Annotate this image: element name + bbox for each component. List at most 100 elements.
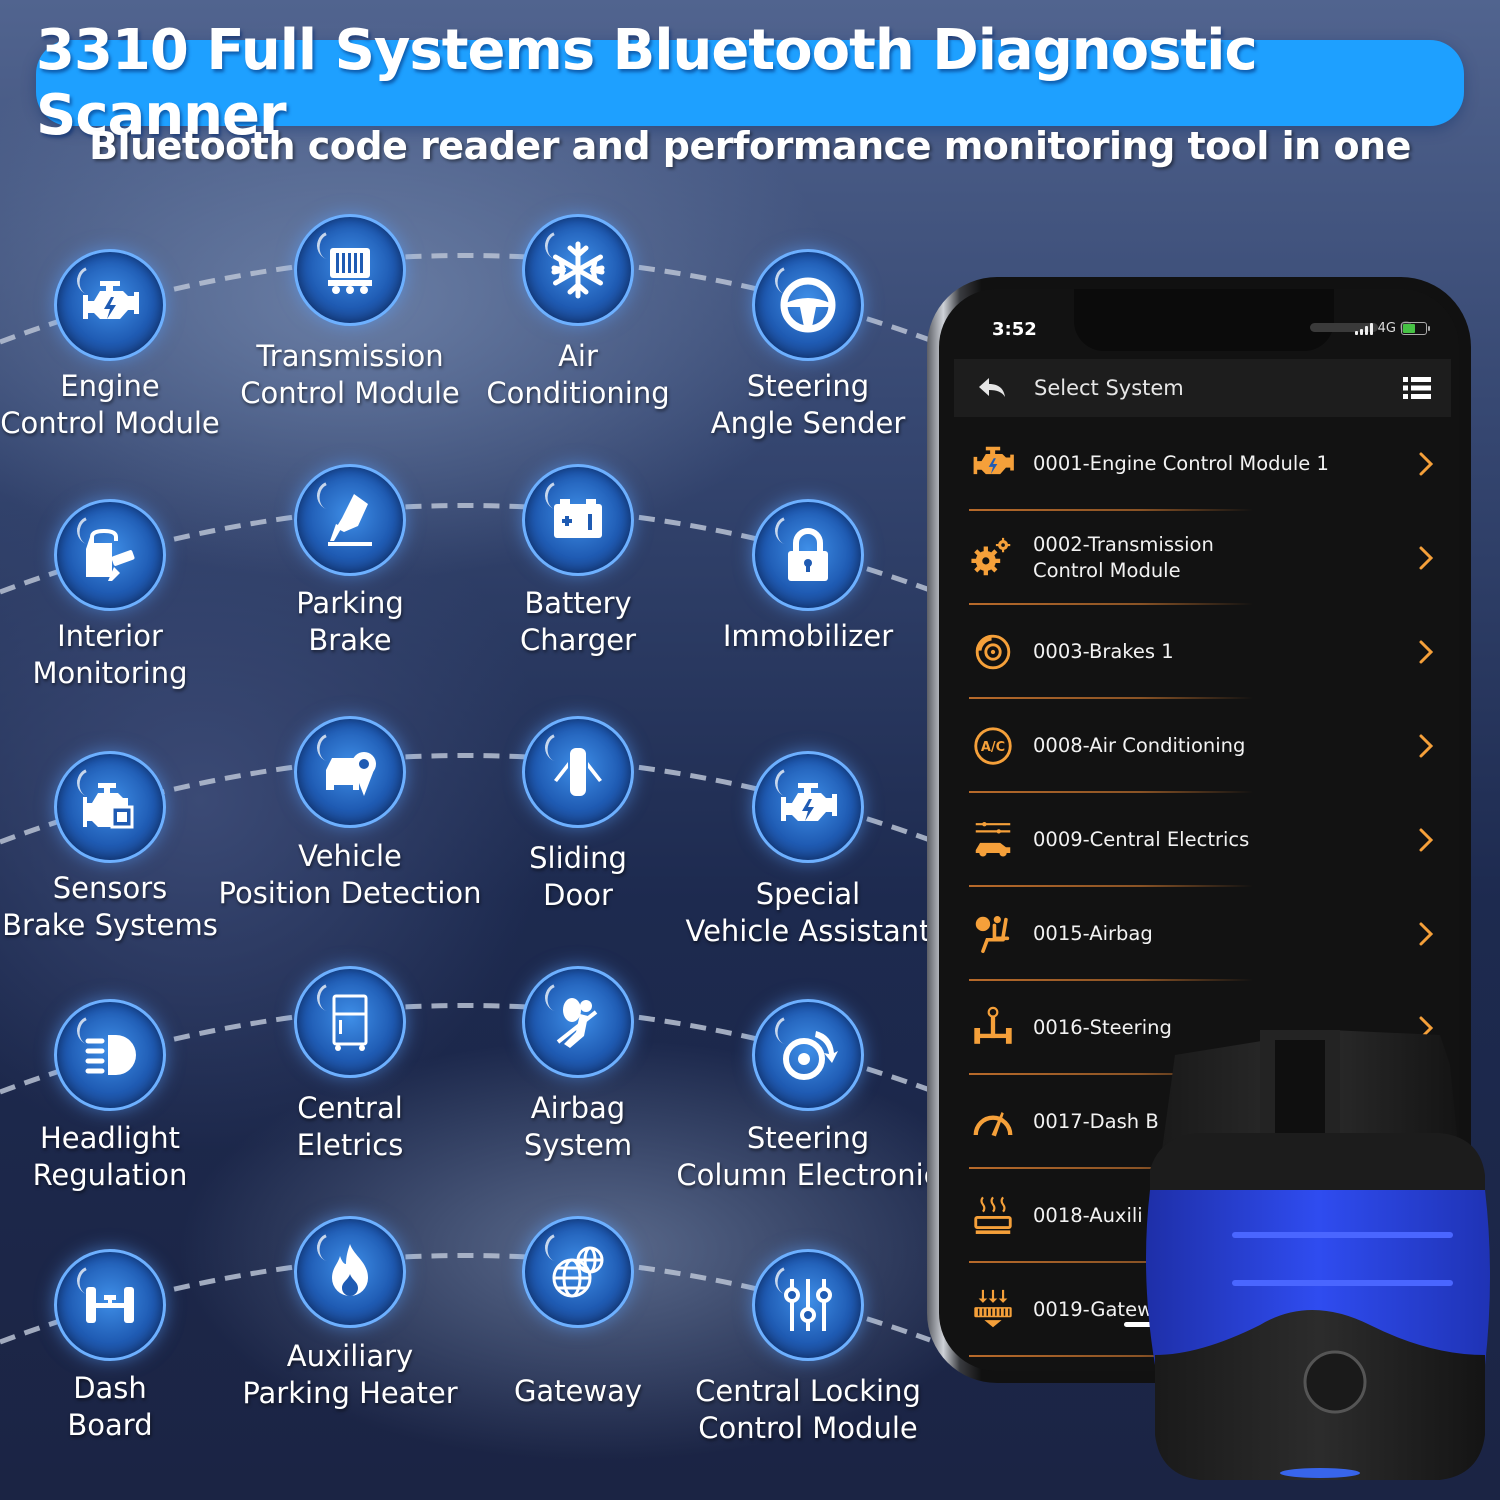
airbag-seat-icon — [969, 910, 1017, 958]
feature-label: Auxiliary Parking Heater — [242, 1339, 458, 1410]
feature-bubble — [294, 464, 406, 576]
app-navbar: Select System — [954, 359, 1451, 417]
feature-label: Engine Control Module — [0, 369, 220, 440]
car-location-icon — [326, 752, 376, 796]
system-name: 0008-Air Conditioning — [1033, 734, 1246, 757]
car-doors-icon — [554, 748, 602, 796]
axle-icon — [86, 1287, 134, 1323]
battery-icon — [554, 499, 602, 538]
heater-icon — [969, 1192, 1017, 1240]
feature-bubble — [54, 499, 166, 611]
brake-pedal-icon — [328, 494, 372, 546]
feature-bubble — [752, 751, 864, 863]
cabinet-icon — [332, 994, 368, 1051]
system-list-item[interactable]: 0001-Engine Control Module 1 — [969, 417, 1441, 511]
chevron-right-icon — [1419, 828, 1434, 852]
gauge-icon — [969, 1098, 1017, 1146]
feature-label: Transmission Control Module — [240, 339, 460, 410]
feature-label: Air Conditioning — [486, 339, 670, 410]
feature-bubble — [752, 499, 864, 611]
feature-bubble — [294, 1216, 406, 1328]
flame-icon — [332, 1244, 368, 1296]
feature-label: Sensors Brake Systems — [2, 871, 218, 942]
engine-icon — [969, 440, 1017, 488]
system-list-item[interactable]: A/C 0008-Air Conditioning — [969, 699, 1441, 793]
brake-disc-icon — [969, 628, 1017, 676]
system-name: 0001-Engine Control Module 1 — [1033, 452, 1329, 475]
system-name: 0003-Brakes 1 — [1033, 640, 1174, 663]
feature-label: Vehicle Position Detection — [218, 839, 482, 910]
feature-bubble — [54, 249, 166, 361]
feature-bubble — [752, 1249, 864, 1361]
gateway-icon — [969, 1286, 1017, 1334]
feature-bubble — [522, 214, 634, 326]
system-list-item[interactable]: 0015-Airbag — [969, 887, 1441, 981]
system-list-item[interactable]: 0002-Transmission Control Module — [969, 511, 1441, 605]
engine-chip-icon — [83, 783, 134, 829]
feature-label: Airbag System — [523, 1091, 633, 1162]
snowflake-icon — [551, 241, 605, 299]
system-name: 0009-Central Electrics — [1033, 828, 1250, 851]
feature-label: Battery Charger — [520, 586, 636, 657]
feature-label: Sliding Door — [529, 841, 627, 912]
feature-label: Headlight Regulation — [32, 1121, 188, 1192]
feature-bubble — [294, 966, 406, 1078]
list-menu-icon[interactable] — [1403, 377, 1431, 399]
gears-icon — [969, 534, 1017, 582]
padlock-icon — [788, 528, 828, 581]
transmission-icon — [328, 248, 372, 294]
battery-charging-icon — [1401, 322, 1430, 335]
system-list-item[interactable]: 0003-Brakes 1 — [969, 605, 1441, 699]
chevron-right-icon — [1419, 734, 1434, 758]
steering-axle-icon — [969, 1004, 1017, 1052]
feature-bubble — [522, 464, 634, 576]
back-button[interactable] — [972, 368, 1012, 408]
sliders-icon — [784, 1279, 832, 1331]
feature-bubble — [294, 214, 406, 326]
feature-bubble — [752, 999, 864, 1111]
chevron-right-icon — [1419, 452, 1434, 476]
chevron-right-icon — [1419, 640, 1434, 664]
status-time: 3:52 — [992, 319, 1037, 340]
car-sliders-icon — [969, 816, 1017, 864]
system-name: 0015-Airbag — [1033, 922, 1153, 945]
status-icons: 4G — [1354, 321, 1430, 336]
obd-scanner-device — [1146, 1030, 1490, 1480]
feature-label: Steering Angle Sender — [710, 369, 906, 440]
steering-wheel-icon — [780, 277, 836, 333]
system-list-item[interactable]: 0009-Central Electrics — [969, 793, 1441, 887]
feature-label: Dash Board — [67, 1371, 153, 1442]
feature-bubble — [522, 1216, 634, 1328]
feature-label: Gateway — [513, 1374, 643, 1408]
feature-bubble — [522, 716, 634, 828]
feature-bubble — [752, 249, 864, 361]
power-button — [1303, 1350, 1367, 1414]
engine-icon — [83, 281, 139, 319]
feature-label: Immobilizer — [722, 619, 894, 653]
feature-label: Parking Brake — [296, 586, 404, 657]
svg-text:A/C: A/C — [981, 740, 1005, 755]
headlight-icon — [85, 1035, 136, 1075]
steering-column-icon — [783, 1031, 838, 1080]
feature-bubble — [54, 999, 166, 1111]
airbag-icon — [556, 998, 598, 1048]
ac-icon: A/C — [969, 722, 1017, 770]
back-arrow-icon — [979, 378, 1005, 397]
car-camera-icon — [86, 529, 135, 581]
feature-bubble — [294, 716, 406, 828]
network-label: 4G — [1377, 321, 1396, 336]
globe-icon — [552, 1246, 604, 1298]
feature-label: Central Eletrics — [296, 1091, 404, 1162]
screen-title: Select System — [1034, 376, 1184, 400]
feature-label: Interior Monitoring — [32, 619, 188, 690]
engine-icon — [781, 783, 837, 821]
signal-icon — [1354, 322, 1373, 335]
system-name: 0002-Transmission Control Module — [1033, 533, 1214, 582]
feature-bubble — [54, 751, 166, 863]
feature-bubble — [54, 1249, 166, 1361]
phone-notch — [1074, 289, 1412, 351]
chevron-right-icon — [1419, 922, 1434, 946]
feature-label: Special Vehicle Assistant — [685, 877, 931, 948]
feature-label: Central Locking Control Module — [695, 1374, 921, 1445]
feature-bubble — [522, 966, 634, 1078]
